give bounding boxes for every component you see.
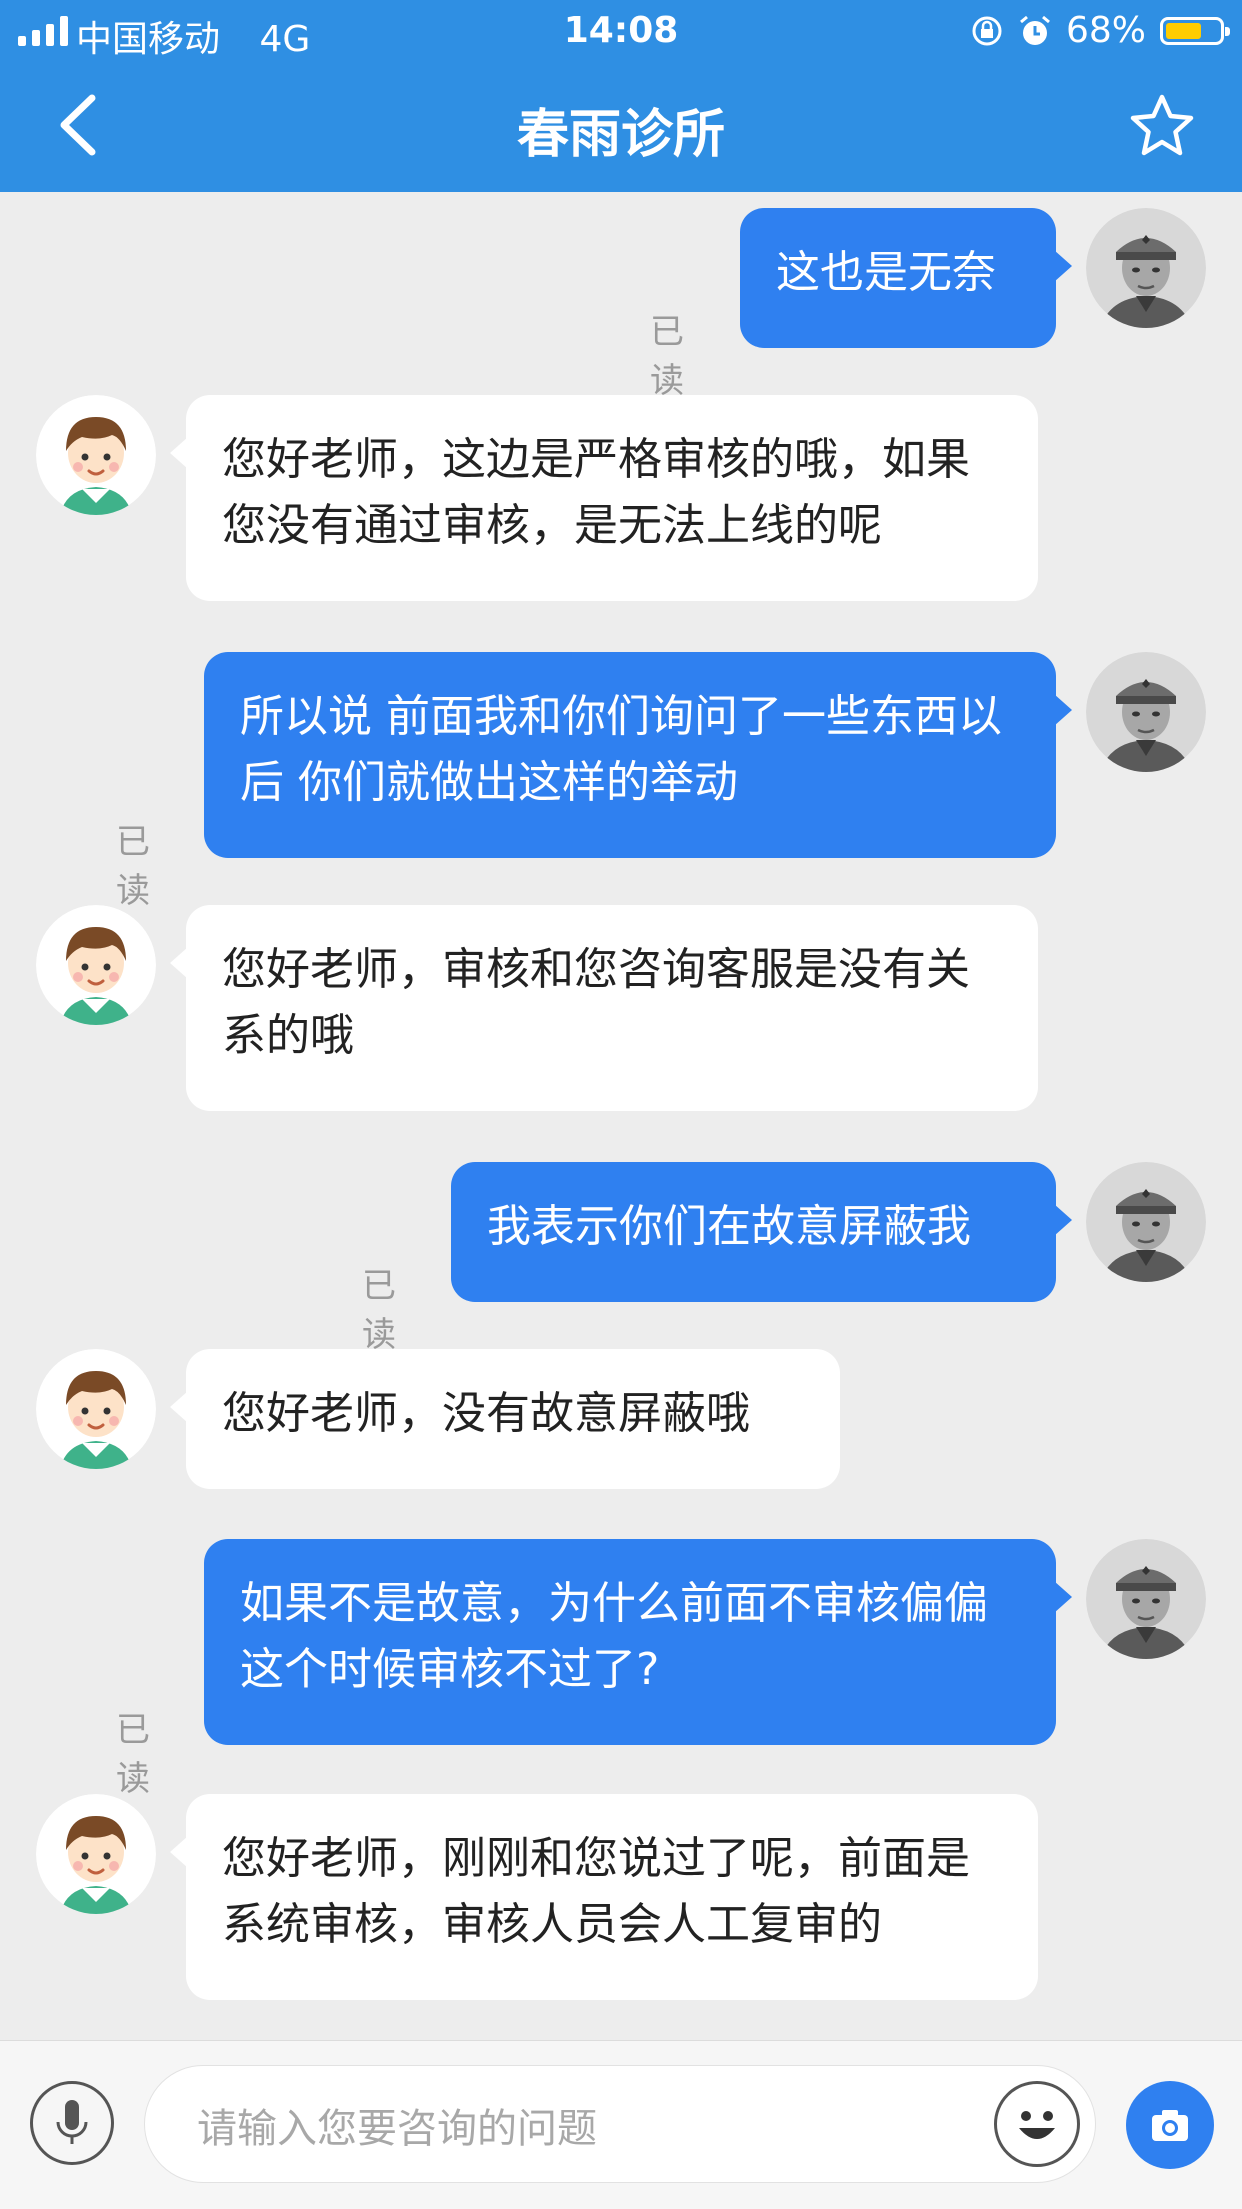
page-title: 春雨诊所 bbox=[516, 105, 725, 165]
read-status: 已读 bbox=[116, 822, 150, 911]
nav-bar: 春雨诊所 bbox=[0, 62, 1242, 192]
input-bar: 请输入您要咨询的问题 bbox=[0, 2040, 1242, 2209]
read-status: 已读 bbox=[362, 1266, 396, 1355]
user-avatar[interactable] bbox=[1086, 1539, 1206, 1659]
message-bubble[interactable]: 如果不是故意，为什么前面不审核偏偏这个时候审核不过了? bbox=[204, 1539, 1072, 1745]
star-icon[interactable] bbox=[1128, 92, 1196, 160]
rotation-lock-icon bbox=[972, 16, 1002, 45]
status-bar: 中国移动 4G 14:08 68% bbox=[0, 0, 1242, 62]
microphone-icon bbox=[56, 2100, 88, 2144]
doctor-avatar[interactable] bbox=[36, 395, 156, 515]
read-status: 已读 bbox=[650, 312, 684, 401]
alarm-icon bbox=[1020, 15, 1050, 45]
doctor-avatar[interactable] bbox=[36, 1794, 156, 1914]
camera-button[interactable] bbox=[1126, 2081, 1214, 2169]
voice-button[interactable] bbox=[30, 2081, 114, 2165]
user-avatar[interactable] bbox=[1086, 208, 1206, 328]
message-bubble[interactable]: 这也是无奈 bbox=[740, 208, 1072, 348]
emoji-button[interactable] bbox=[994, 2081, 1080, 2167]
message-bubble[interactable]: 您好老师，这边是严格审核的哦，如果您没有通过审核，是无法上线的呢 bbox=[170, 395, 1038, 601]
message-bubble[interactable]: 我表示你们在故意屏蔽我 bbox=[451, 1162, 1072, 1302]
message-bubble[interactable]: 您好老师，审核和您咨询客服是没有关系的哦 bbox=[170, 905, 1038, 1111]
user-avatar[interactable] bbox=[1086, 652, 1206, 772]
top-bar: 中国移动 4G 14:08 68% 春雨诊所 bbox=[0, 0, 1242, 192]
read-status: 已读 bbox=[116, 1710, 150, 1799]
message-bubble[interactable]: 您好老师，刚刚和您说过了呢，前面是系统审核，审核人员会人工复审的 bbox=[170, 1794, 1038, 2000]
doctor-avatar[interactable] bbox=[36, 1349, 156, 1469]
battery-icon bbox=[1160, 16, 1230, 45]
message-input[interactable]: 请输入您要咨询的问题 bbox=[144, 2065, 1096, 2183]
message-bubble[interactable]: 您好老师，没有故意屏蔽哦 bbox=[170, 1349, 840, 1489]
message-bubble[interactable]: 所以说 前面我和你们询问了一些东西以后 你们就做出这样的举动 bbox=[204, 652, 1072, 858]
battery-percent: 68% bbox=[1065, 10, 1146, 51]
emoji-icon bbox=[1019, 2111, 1055, 2139]
camera-icon bbox=[1152, 2110, 1188, 2141]
doctor-avatar[interactable] bbox=[36, 905, 156, 1025]
user-avatar[interactable] bbox=[1086, 1162, 1206, 1282]
chat-area[interactable]: 这也是无奈 已读 您好老师，这边是严格审核的哦，如果您没有通过审核，是无法上线的呢所… bbox=[0, 192, 1242, 2040]
input-placeholder: 请输入您要咨询的问题 bbox=[197, 2106, 597, 2152]
